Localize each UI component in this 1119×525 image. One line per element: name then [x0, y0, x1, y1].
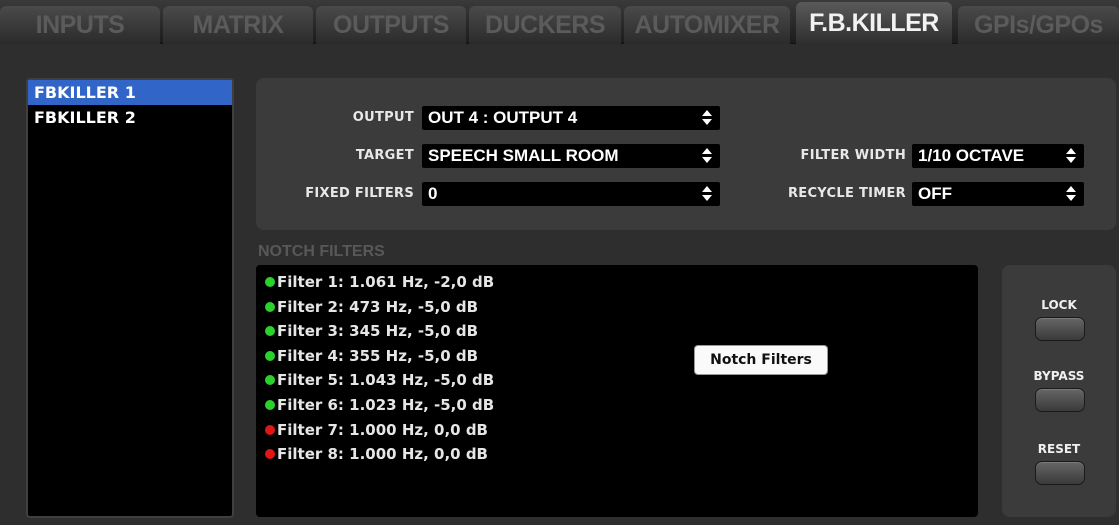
- active-status-dot-icon: [265, 399, 275, 410]
- notch-filter-text: Filter 5: 1.043 Hz, -5,0 dB: [277, 371, 495, 390]
- notch-filters-heading: NOTCH FILTERS: [258, 243, 385, 260]
- config-panel: OUTPUT OUT 4 : OUTPUT 4 TARGET SPEECH SM…: [256, 78, 1116, 230]
- fixed-filters-select[interactable]: 0: [422, 182, 720, 206]
- tab-duckers[interactable]: DUCKERS: [469, 6, 621, 44]
- updown-arrows-icon: [702, 186, 712, 202]
- notch-filter-text: Filter 3: 345 Hz, -5,0 dB: [277, 322, 479, 341]
- list-item-fbkiller-1[interactable]: FBKILLER 1: [28, 80, 232, 105]
- tab-automixer[interactable]: AUTOMIXER: [624, 6, 790, 44]
- notch-filter-row: Filter 6: 1.023 Hz, -5,0 dB: [256, 393, 978, 418]
- updown-arrows-icon: [702, 148, 712, 164]
- active-status-dot-icon: [265, 375, 275, 386]
- tab-outputs[interactable]: OUTPUTS: [316, 6, 466, 44]
- notch-filter-row: Filter 1: 1.061 Hz, -2,0 dB: [256, 270, 978, 295]
- filter-width-select[interactable]: 1/10 OCTAVE: [912, 144, 1084, 168]
- notch-filter-text: Filter 2: 473 Hz, -5,0 dB: [277, 297, 479, 316]
- reset-label: RESET: [1037, 442, 1081, 456]
- notch-filter-text: Filter 7: 1.000 Hz, 0,0 dB: [277, 420, 488, 439]
- tab-inputs[interactable]: INPUTS: [0, 6, 160, 44]
- bypass-label: BYPASS: [1033, 369, 1085, 383]
- tab-matrix[interactable]: MATRIX: [163, 6, 313, 44]
- notch-filter-text: Filter 6: 1.023 Hz, -5,0 dB: [277, 395, 495, 414]
- reset-button[interactable]: [1035, 461, 1085, 485]
- notch-filter-row: Filter 5: 1.043 Hz, -5,0 dB: [256, 368, 978, 393]
- inactive-status-dot-icon: [265, 449, 275, 460]
- recycle-timer-value: OFF: [918, 184, 952, 203]
- control-panel: LOCK BYPASS RESET: [1002, 265, 1116, 517]
- lock-button[interactable]: [1035, 317, 1085, 341]
- active-status-dot-icon: [265, 301, 275, 312]
- updown-arrows-icon: [1066, 186, 1076, 202]
- fixed-filters-label: FIXED FILTERS: [305, 186, 414, 201]
- filter-width-label: FILTER WIDTH: [800, 148, 906, 163]
- output-label: OUTPUT: [352, 110, 414, 125]
- notch-filters-list[interactable]: Filter 1: 1.061 Hz, -2,0 dB Filter 2: 473…: [256, 265, 978, 517]
- notch-filter-row: Filter 7: 1.000 Hz, 0,0 dB: [256, 418, 978, 443]
- target-value: SPEECH SMALL ROOM: [428, 146, 619, 165]
- updown-arrows-icon: [1066, 148, 1076, 164]
- inactive-status-dot-icon: [265, 424, 275, 435]
- lock-label: LOCK: [1041, 298, 1077, 312]
- tab-gpis-gpos[interactable]: GPIs/GPOs: [958, 6, 1119, 44]
- recycle-timer-label: RECYCLE TIMER: [787, 186, 906, 201]
- filter-width-value: 1/10 OCTAVE: [918, 146, 1025, 165]
- target-select[interactable]: SPEECH SMALL ROOM: [422, 144, 720, 168]
- notch-filter-text: Filter 4: 355 Hz, -5,0 dB: [277, 346, 479, 365]
- notch-filter-row: Filter 4: 355 Hz, -5,0 dB: [256, 344, 978, 369]
- notch-filter-row: Filter 8: 1.000 Hz, 0,0 dB: [256, 442, 978, 467]
- notch-filters-tooltip: Notch Filters: [694, 345, 828, 375]
- recycle-timer-select[interactable]: OFF: [912, 182, 1084, 206]
- fixed-filters-value: 0: [428, 184, 438, 203]
- notch-filter-text: Filter 8: 1.000 Hz, 0,0 dB: [277, 445, 488, 464]
- fbkiller-list: FBKILLER 1 FBKILLER 2: [26, 78, 234, 518]
- notch-filter-row: Filter 3: 345 Hz, -5,0 dB: [256, 319, 978, 344]
- updown-arrows-icon: [702, 110, 712, 126]
- active-status-dot-icon: [265, 277, 275, 287]
- list-item-fbkiller-2[interactable]: FBKILLER 2: [28, 105, 232, 130]
- active-status-dot-icon: [265, 326, 275, 337]
- active-status-dot-icon: [265, 350, 275, 361]
- notch-filter-text: Filter 1: 1.061 Hz, -2,0 dB: [277, 273, 495, 291]
- tab-fbkiller[interactable]: F.B.KILLER: [796, 2, 952, 44]
- notch-filter-row: Filter 2: 473 Hz, -5,0 dB: [256, 295, 978, 320]
- output-select[interactable]: OUT 4 : OUTPUT 4: [422, 106, 720, 130]
- bypass-button[interactable]: [1035, 388, 1085, 412]
- target-label: TARGET: [355, 148, 414, 163]
- output-value: OUT 4 : OUTPUT 4: [428, 108, 578, 127]
- tab-bar: INPUTS MATRIX OUTPUTS DUCKERS AUTOMIXER …: [0, 0, 1119, 44]
